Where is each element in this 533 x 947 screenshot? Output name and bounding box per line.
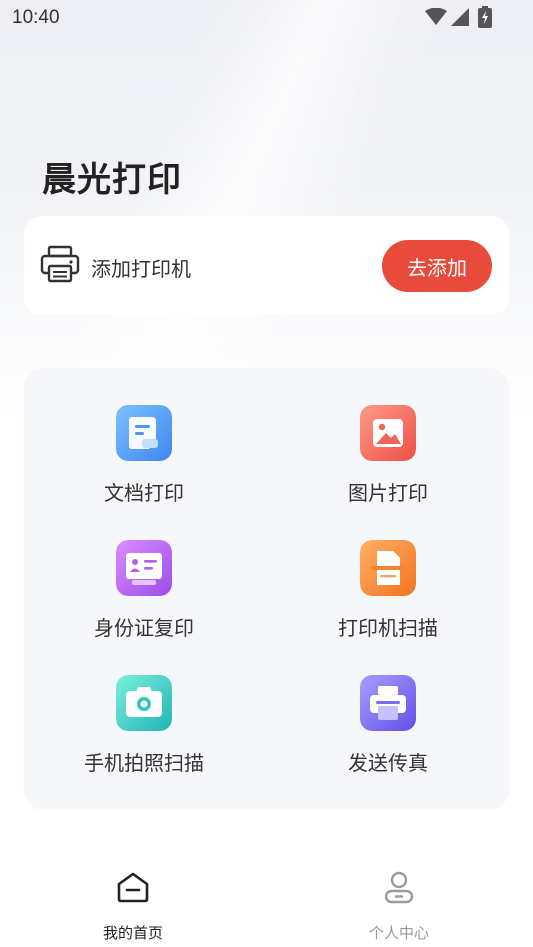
- feature-label: 手机拍照扫描: [84, 751, 204, 775]
- feature-photo-scan[interactable]: 手机拍照扫描: [44, 675, 244, 785]
- camera-icon: [116, 675, 172, 731]
- header-background: [0, 0, 533, 420]
- feature-id-card-copy[interactable]: 身份证复印: [44, 540, 244, 650]
- home-icon: [117, 872, 149, 903]
- feature-send-fax[interactable]: 发送传真: [288, 675, 488, 785]
- feature-label: 图片打印: [348, 481, 428, 505]
- printer-icon: [40, 245, 80, 283]
- battery-charging-icon: [478, 6, 492, 28]
- status-bar: 10:40: [0, 0, 533, 36]
- bottom-nav: 我的首页 个人中心: [0, 860, 533, 947]
- nav-label-profile: 个人中心: [368, 924, 429, 942]
- nav-item-home[interactable]: 我的首页: [63, 870, 203, 945]
- feature-label: 打印机扫描: [338, 616, 438, 640]
- status-time: 10:40: [12, 7, 60, 28]
- fax-icon: [360, 675, 416, 731]
- feature-printer-scan[interactable]: 打印机扫描: [288, 540, 488, 650]
- user-icon: [384, 871, 414, 904]
- feature-label: 身份证复印: [94, 616, 194, 640]
- nav-label-home: 我的首页: [102, 924, 163, 942]
- add-printer-button[interactable]: 去添加: [382, 240, 492, 292]
- id-card-icon: [116, 540, 172, 596]
- add-printer-label: 添加打印机: [91, 257, 191, 281]
- feature-document-print[interactable]: 文档打印: [44, 405, 244, 515]
- feature-grid: 文档打印 图片打印 身份证复印 打印机扫描 手机拍照扫描 发送传真: [24, 368, 509, 810]
- nav-item-profile[interactable]: 个人中心: [329, 870, 469, 945]
- feature-image-print[interactable]: 图片打印: [288, 405, 488, 515]
- signal-icon: [451, 8, 469, 26]
- feature-label: 文档打印: [104, 481, 184, 505]
- wifi-icon: [425, 8, 447, 25]
- add-printer-card: 添加打印机 去添加: [24, 216, 509, 315]
- page-title: 晨光打印: [42, 160, 182, 200]
- image-icon: [360, 405, 416, 461]
- feature-label: 发送传真: [348, 751, 428, 775]
- scan-icon: [360, 540, 416, 596]
- document-icon: [116, 405, 172, 461]
